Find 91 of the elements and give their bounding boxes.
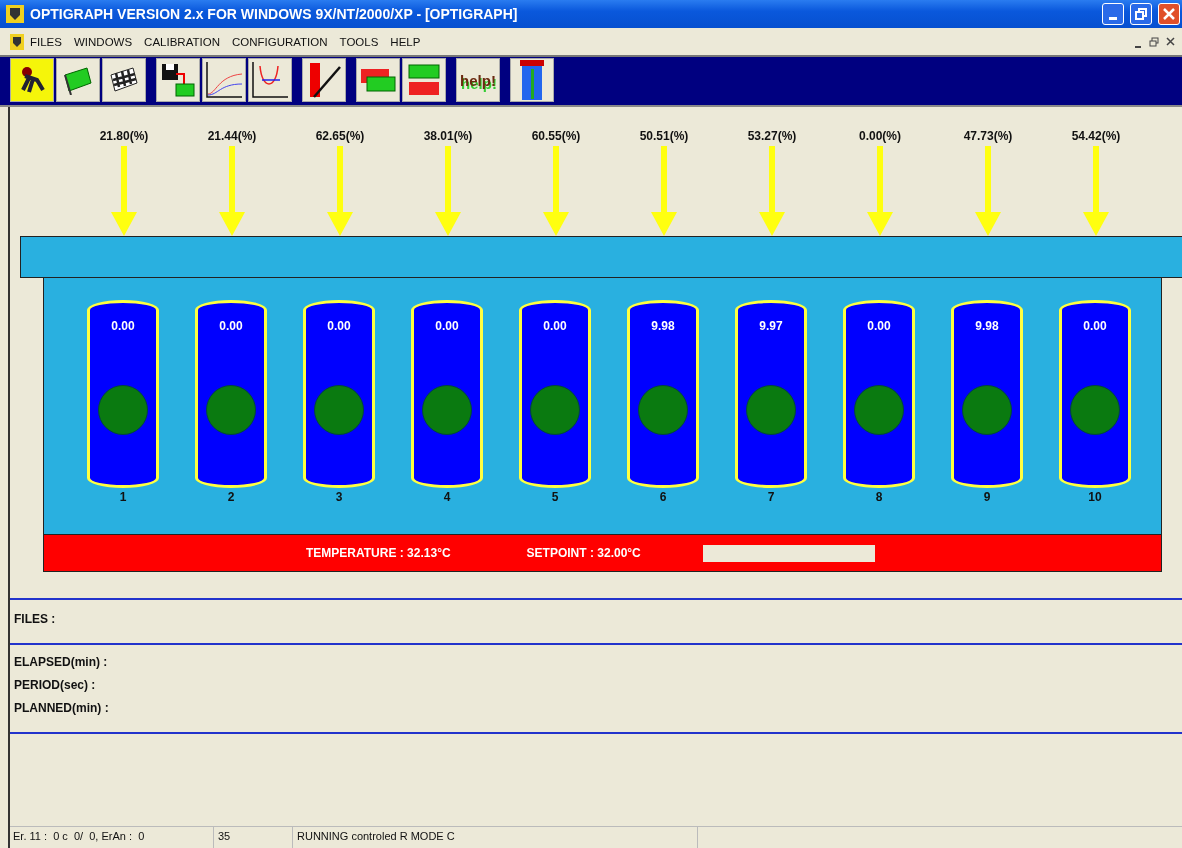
down-arrow-icon xyxy=(651,146,677,236)
timing-label: PLANNED(min) : xyxy=(14,700,109,717)
well-value: 0.00 xyxy=(327,319,351,333)
menu-item[interactable]: CONFIGURATION xyxy=(225,35,334,48)
reading-value: 53.27(%) xyxy=(747,129,797,143)
status-text: RUNNING controled R MODE C xyxy=(297,827,698,848)
setpoint-text: SETPOINT : 32.00°C xyxy=(526,546,641,560)
stirrer-circle xyxy=(962,385,1012,435)
timing-label: PERIOD(sec) : xyxy=(14,677,96,694)
menu-item[interactable]: HELP xyxy=(384,35,427,48)
down-arrow-icon xyxy=(975,146,1001,236)
well-value: 0.00 xyxy=(435,319,459,333)
panels-icon xyxy=(405,63,443,97)
line-chart-icon xyxy=(204,60,244,100)
stirrer-circle xyxy=(206,385,256,435)
well-number: 5 xyxy=(551,490,559,504)
timing-label: ELAPSED(min) : xyxy=(14,654,108,671)
well-value: 0.00 xyxy=(219,319,243,333)
well-value: 0.00 xyxy=(111,319,135,333)
minimize-button[interactable] xyxy=(1102,3,1124,25)
reading-value: 21.44(%) xyxy=(207,129,257,143)
close-button[interactable] xyxy=(1158,3,1180,25)
app-shield-icon xyxy=(6,5,24,23)
stirrer-circle xyxy=(1070,385,1120,435)
well-number: 6 xyxy=(659,490,667,504)
exit-door-icon xyxy=(518,59,546,101)
stirrer-circle xyxy=(530,385,580,435)
well-number: 1 xyxy=(119,490,127,504)
well-value: 9.97 xyxy=(759,319,783,333)
save-to-file-icon xyxy=(160,62,196,98)
down-arrow-icon xyxy=(759,146,785,236)
down-arrow-icon xyxy=(435,146,461,236)
reading-value: 62.65(%) xyxy=(315,129,365,143)
reading-value: 47.73(%) xyxy=(963,129,1013,143)
reading-value: 38.01(%) xyxy=(423,129,473,143)
restore-icon xyxy=(1135,8,1147,20)
toolbar-button[interactable] xyxy=(302,58,346,102)
reading-value: 50.51(%) xyxy=(639,129,689,143)
stirrer-circle xyxy=(854,385,904,435)
toolbar-button[interactable] xyxy=(202,58,246,102)
minimize-icon xyxy=(1135,45,1141,48)
menu-item[interactable]: CALIBRATION xyxy=(138,35,226,48)
minimize-icon xyxy=(1109,16,1117,20)
well-value: 0.00 xyxy=(867,319,891,333)
reading-value: 0.00(%) xyxy=(859,129,901,143)
close-icon xyxy=(1165,37,1175,46)
temperature-text: TEMPERATURE : 32.13°C xyxy=(306,546,451,560)
stirrer-circle xyxy=(98,385,148,435)
reading-value: 21.80(%) xyxy=(99,129,149,143)
files-label: FILES : xyxy=(14,611,56,628)
checkered-flag-icon xyxy=(107,65,141,95)
well-number: 4 xyxy=(443,490,451,504)
status-text: Er. 11 : 0 c 0/ 0, ErAn : 0 xyxy=(13,827,214,848)
help-button[interactable]: help! xyxy=(456,58,500,102)
menu-item[interactable]: TOOLS xyxy=(333,35,385,48)
menu-item[interactable]: WINDOWS xyxy=(67,35,139,48)
restore-button[interactable] xyxy=(1130,3,1152,25)
well-number: 8 xyxy=(875,490,883,504)
well-number: 3 xyxy=(335,490,343,504)
run-button[interactable] xyxy=(10,58,54,102)
well-value: 9.98 xyxy=(651,319,675,333)
down-arrow-icon xyxy=(327,146,353,236)
stirrer-circle xyxy=(746,385,796,435)
window-title: OPTIGRAPH VERSION 2.x FOR WINDOWS 9X/NT/2000/XP - [OPTIGRAPH] xyxy=(30,6,519,22)
menu-item[interactable]: FILES xyxy=(24,35,68,48)
close-icon xyxy=(1163,8,1175,20)
toolbar-button[interactable] xyxy=(102,58,146,102)
down-arrow-icon xyxy=(111,146,137,236)
restore-icon xyxy=(1149,36,1159,47)
app-shield-icon xyxy=(10,33,24,50)
reading-value: 60.55(%) xyxy=(531,129,581,143)
well-number: 10 xyxy=(1088,490,1102,504)
down-arrow-icon xyxy=(219,146,245,236)
flag-icon xyxy=(61,65,95,95)
status-text: 35 xyxy=(218,827,293,848)
stirrer-circle xyxy=(314,385,364,435)
well-number: 9 xyxy=(983,490,991,504)
well-value: 9.98 xyxy=(975,319,999,333)
down-arrow-icon xyxy=(543,146,569,236)
down-arrow-icon xyxy=(1083,146,1109,236)
well-number: 7 xyxy=(767,490,775,504)
toolbar-button[interactable] xyxy=(248,58,292,102)
curve-chart-icon xyxy=(250,60,290,100)
well-value: 0.00 xyxy=(543,319,567,333)
well-value: 0.00 xyxy=(1083,319,1107,333)
well-number: 2 xyxy=(227,490,235,504)
toolbar-button[interactable] xyxy=(156,58,200,102)
stirrer-circle xyxy=(422,385,472,435)
stirrer-circle xyxy=(638,385,688,435)
down-arrow-icon xyxy=(867,146,893,236)
reading-value: 54.42(%) xyxy=(1071,129,1121,143)
